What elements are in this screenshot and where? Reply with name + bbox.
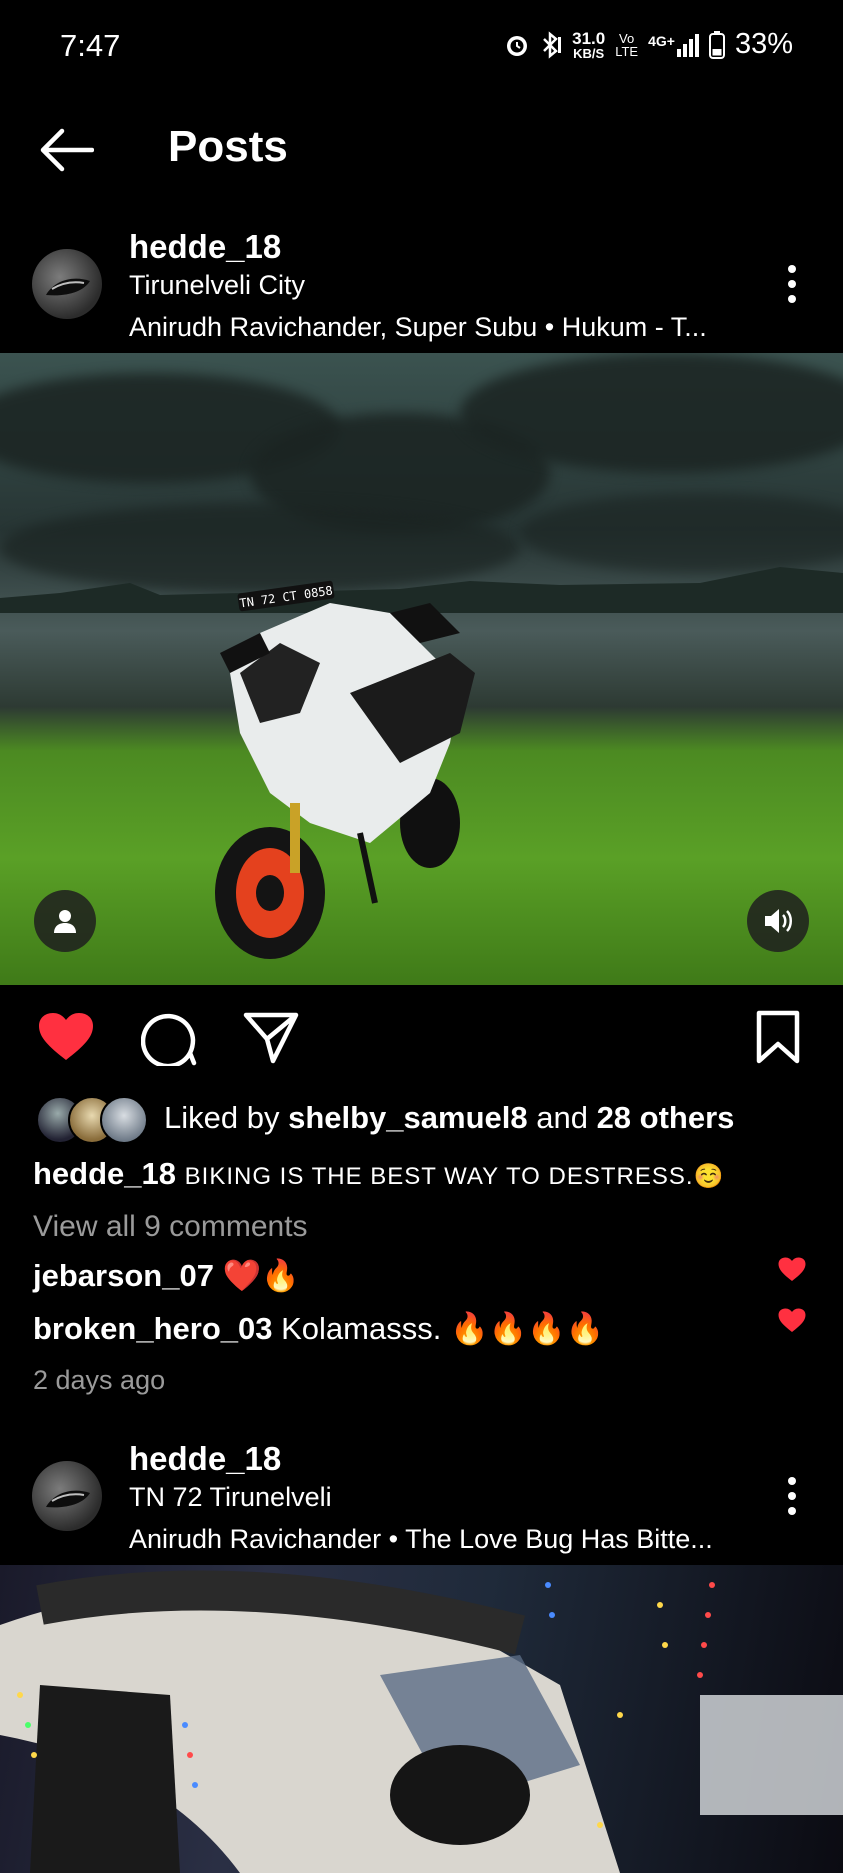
volume-button[interactable] <box>747 890 809 952</box>
post-location[interactable]: TN 72 Tirunelveli <box>129 1482 332 1513</box>
view-comments-link[interactable]: View all 9 comments <box>33 1210 308 1244</box>
caption-username[interactable]: hedde_18 <box>33 1156 176 1191</box>
more-vertical-icon[interactable] <box>787 1476 797 1516</box>
liker-avatars[interactable] <box>36 1096 148 1144</box>
back-arrow-icon[interactable] <box>38 128 94 172</box>
heart-icon[interactable] <box>38 1012 94 1062</box>
network-speed: 31.0 KB/S <box>572 28 606 61</box>
battery-percent: 33% <box>734 28 793 60</box>
battery-icon <box>708 30 725 59</box>
alarm-icon <box>507 35 528 56</box>
post-audio[interactable]: Anirudh Ravichander, Super Subu • Hukum … <box>129 312 707 343</box>
liked-by-user: shelby_samuel8 <box>288 1100 528 1135</box>
comment-text: ❤️🔥 <box>222 1258 300 1293</box>
volume-icon <box>765 909 792 933</box>
comment-like-icon[interactable] <box>778 1308 806 1333</box>
avatar-image <box>46 1490 90 1508</box>
avatar[interactable] <box>32 249 102 319</box>
page-title: Posts <box>168 122 288 171</box>
comment-like-icon[interactable] <box>778 1257 806 1282</box>
liked-by-text[interactable]: Liked by shelby_samuel8 and 28 others <box>164 1100 734 1136</box>
signal-indicator: 4G+ <box>648 33 699 57</box>
post-photo[interactable]: TN 72 CT 0858 <box>0 353 843 985</box>
status-icons: 31.0 KB/S Vo LTE 4G+ 33% <box>504 28 793 61</box>
comment-row: jebarson_07 ❤️🔥 <box>33 1257 300 1294</box>
avatar-image <box>46 278 90 296</box>
bookmark-icon[interactable] <box>756 1010 800 1064</box>
volte-indicator: Vo LTE <box>615 30 639 59</box>
avatar[interactable] <box>32 1461 102 1531</box>
comment-username[interactable]: jebarson_07 <box>33 1258 214 1293</box>
motorcycle-image: TN 72 CT 0858 <box>215 580 475 959</box>
user-tag-icon <box>54 910 76 933</box>
comment-username[interactable]: broken_hero_03 <box>33 1311 273 1346</box>
post-audio[interactable]: Anirudh Ravichander • The Love Bug Has B… <box>129 1524 713 1555</box>
post-caption: hedde_18 BIKING IS THE BEST WAY TO DESTR… <box>33 1156 724 1192</box>
post-timestamp: 2 days ago <box>33 1365 166 1395</box>
comment-icon[interactable] <box>141 1010 197 1066</box>
comment-text: Kolamasss. 🔥🔥🔥🔥 <box>281 1311 605 1346</box>
caption-text: BIKING IS THE BEST WAY TO DESTRESS.☺️ <box>184 1163 725 1190</box>
post-username[interactable]: hedde_18 <box>129 228 281 266</box>
comment-row: broken_hero_03 Kolamasss. 🔥🔥🔥🔥 <box>33 1310 604 1347</box>
more-vertical-icon[interactable] <box>787 264 797 304</box>
post-location[interactable]: Tirunelveli City <box>129 270 305 301</box>
share-icon[interactable] <box>243 1012 299 1064</box>
signal-icon <box>676 33 699 57</box>
status-time: 7:47 <box>60 28 121 63</box>
post-photo[interactable] <box>0 1565 843 1873</box>
photo-content <box>0 1570 843 1873</box>
bluetooth-icon <box>543 30 562 59</box>
liked-by-others: 28 others <box>596 1100 735 1135</box>
user-tag-button[interactable] <box>34 890 96 952</box>
post-username[interactable]: hedde_18 <box>129 1440 281 1478</box>
